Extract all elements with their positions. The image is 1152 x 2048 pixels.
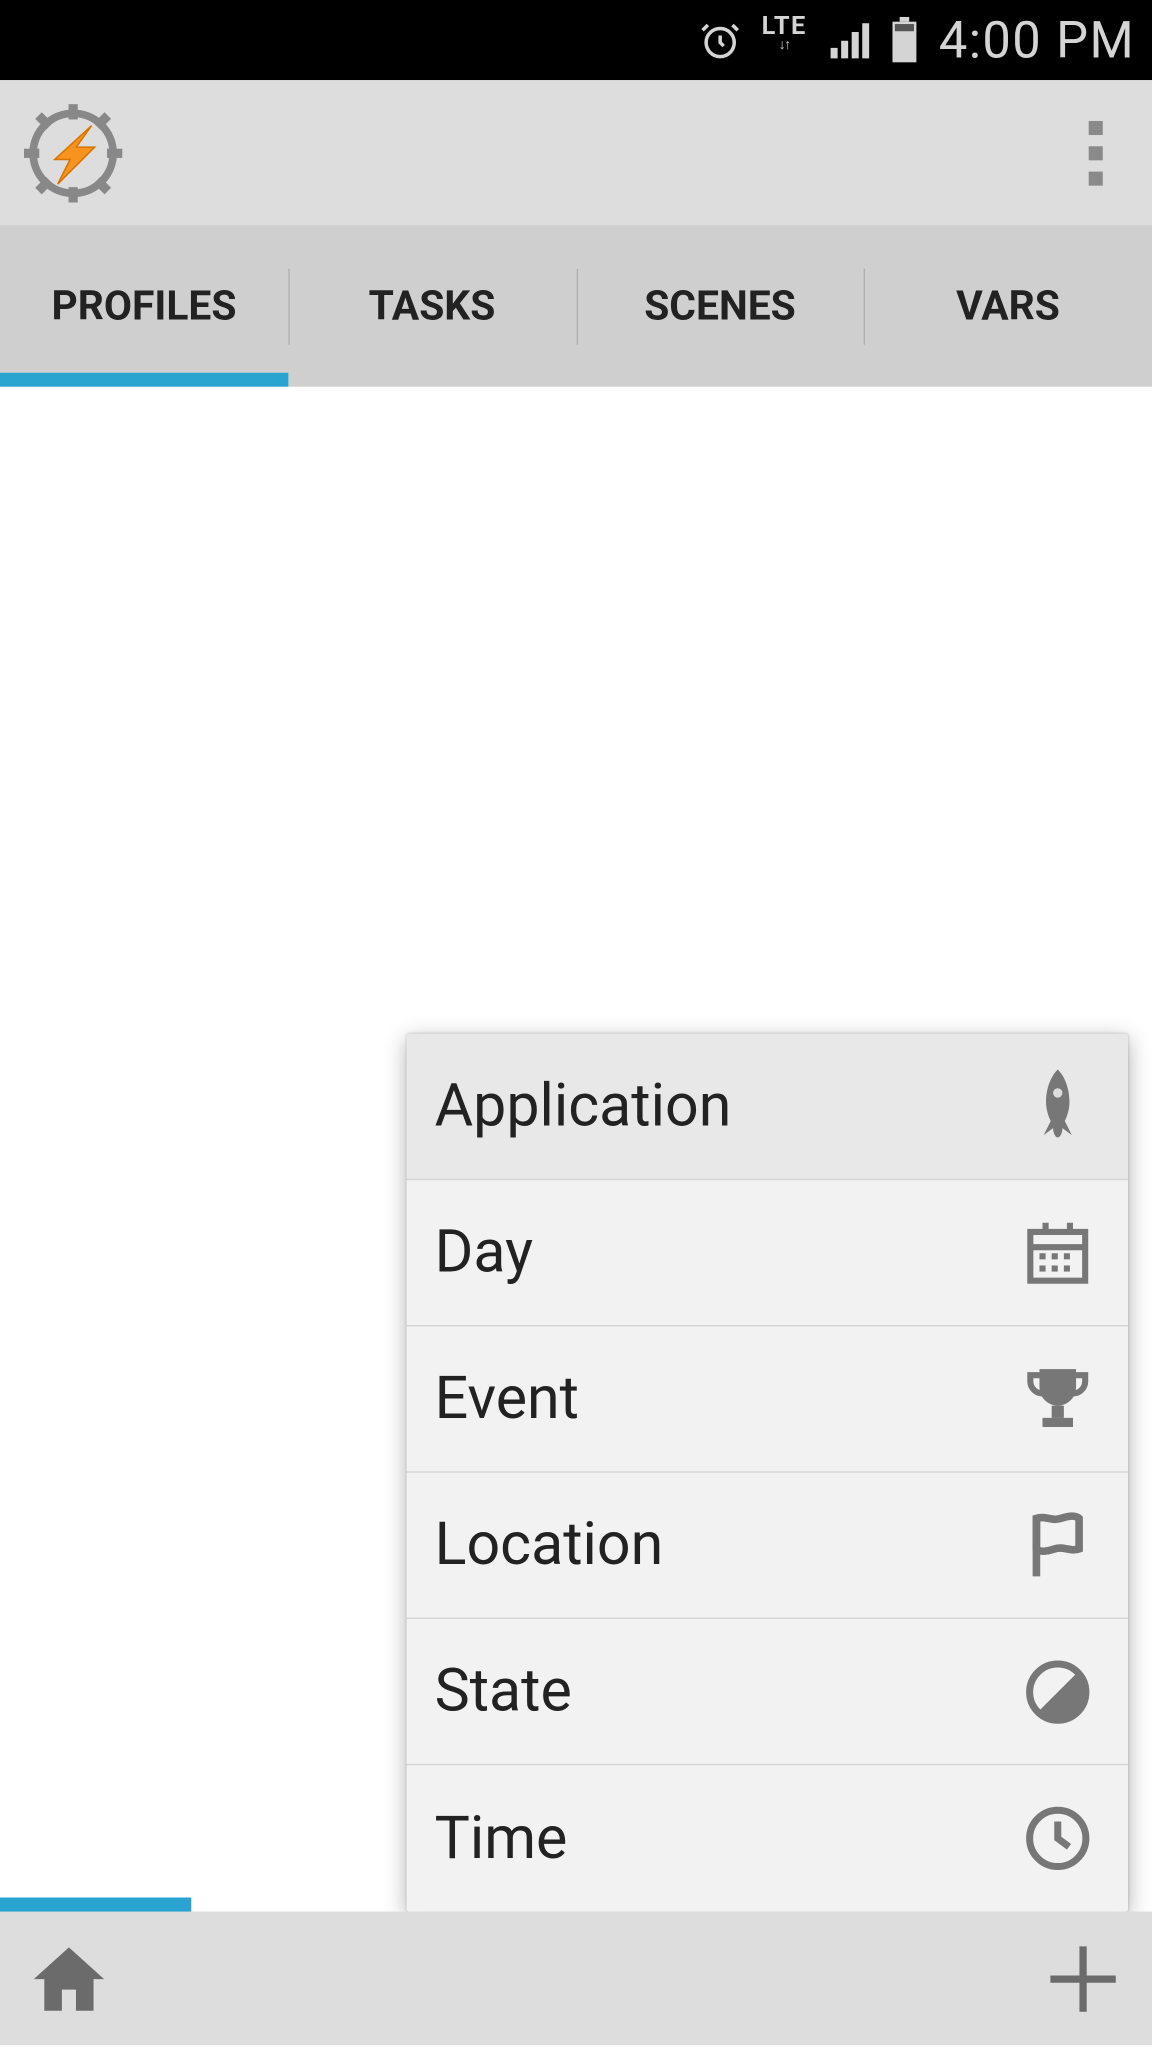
clock-icon: [1021, 1802, 1094, 1875]
popup-item-application[interactable]: Application: [407, 1034, 1129, 1180]
content-area: Application Day Event Location: [0, 387, 1152, 1912]
tab-tasks[interactable]: TASKS: [288, 226, 576, 386]
popup-item-day[interactable]: Day: [407, 1180, 1129, 1326]
tab-label: TASKS: [369, 283, 496, 331]
tab-label: PROFILES: [51, 283, 236, 331]
add-button[interactable]: [1034, 1929, 1132, 2027]
overflow-menu-button[interactable]: [1054, 96, 1138, 209]
android-status-bar: LTE↓↑ 4:00 PM: [0, 0, 1152, 80]
trophy-icon: [1021, 1362, 1094, 1435]
contrast-icon: [1021, 1655, 1094, 1728]
status-time: 4:00 PM: [939, 11, 1135, 70]
rocket-icon: [1021, 1070, 1094, 1143]
popup-item-event[interactable]: Event: [407, 1326, 1129, 1472]
action-bar: [0, 80, 1152, 226]
popup-item-label: Location: [435, 1511, 664, 1580]
popup-item-state[interactable]: State: [407, 1619, 1129, 1765]
status-icons: LTE↓↑ 4:00 PM: [700, 11, 1135, 70]
home-button[interactable]: [20, 1929, 118, 2027]
tab-label: SCENES: [644, 283, 796, 331]
bottom-progress-indicator: [0, 1897, 191, 1911]
context-popup-menu: Application Day Event Location: [407, 1034, 1129, 1912]
popup-item-label: Application: [435, 1072, 732, 1141]
bottom-bar: [0, 1912, 1152, 2046]
tab-profiles[interactable]: PROFILES: [0, 226, 288, 386]
popup-item-location[interactable]: Location: [407, 1473, 1129, 1619]
popup-item-label: Time: [435, 1804, 568, 1873]
tab-scenes[interactable]: SCENES: [576, 226, 864, 386]
flag-icon: [1021, 1509, 1094, 1582]
signal-icon: [826, 19, 868, 61]
tab-label: VARS: [956, 283, 1060, 331]
app-logo-icon: [23, 102, 124, 203]
tab-vars[interactable]: VARS: [864, 226, 1152, 386]
popup-item-label: Day: [435, 1218, 533, 1287]
tab-bar: PROFILES TASKS SCENES VARS: [0, 226, 1152, 386]
calendar-icon: [1021, 1216, 1094, 1289]
alarm-icon: [700, 19, 742, 61]
active-tab-indicator: [0, 373, 288, 387]
battery-icon: [888, 16, 919, 64]
popup-item-label: Event: [435, 1364, 579, 1433]
network-type-label: LTE↓↑: [762, 11, 807, 53]
popup-item-time[interactable]: Time: [407, 1765, 1129, 1911]
popup-item-label: State: [435, 1657, 572, 1726]
